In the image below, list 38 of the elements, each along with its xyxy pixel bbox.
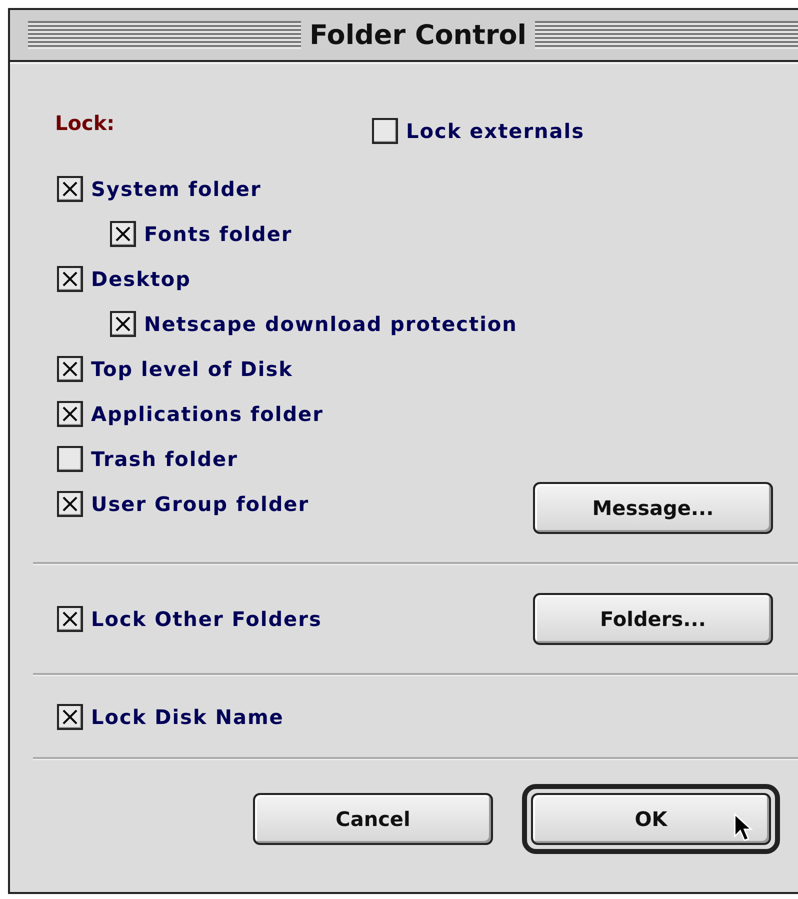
checkbox[interactable]	[110, 220, 136, 246]
checkbox[interactable]	[57, 400, 83, 426]
checkbox-label[interactable]: Trash folder	[91, 446, 238, 470]
cursor-icon	[733, 813, 753, 843]
cross-mark-icon	[61, 610, 79, 628]
checkbox[interactable]	[57, 266, 83, 292]
checkbox-label[interactable]: Lock Disk Name	[91, 704, 284, 728]
checkbox[interactable]	[110, 310, 136, 336]
checkbox-label[interactable]: Lock externals	[406, 118, 585, 142]
cross-mark-icon	[61, 270, 79, 288]
checkbox[interactable]	[57, 176, 83, 202]
checkbox-label[interactable]: Netscape download protection	[144, 312, 518, 336]
checkbox-label[interactable]: User Group folder	[91, 492, 310, 516]
cross-mark-icon	[114, 224, 132, 242]
checkbox-label[interactable]: Fonts folder	[144, 222, 292, 246]
checkbox[interactable]	[372, 118, 398, 144]
message-button[interactable]: Message...	[533, 482, 773, 534]
folders-button[interactable]: Folders...	[533, 593, 773, 645]
default-button[interactable]: OK	[531, 793, 771, 845]
checkbox-label[interactable]: System folder	[91, 176, 262, 200]
window-title: Folder Control	[309, 20, 527, 50]
section-label: Lock:	[55, 110, 116, 134]
checkbox[interactable]	[57, 446, 83, 472]
checkbox[interactable]	[57, 356, 83, 382]
cross-mark-icon	[61, 360, 79, 378]
checkbox-label[interactable]: Applications folder	[91, 402, 324, 426]
checkbox-label[interactable]: Top level of Disk	[91, 356, 293, 380]
cross-mark-icon	[61, 708, 79, 726]
checkbox-label[interactable]: Lock Other Folders	[91, 607, 322, 631]
cross-mark-icon	[114, 314, 132, 332]
checkbox[interactable]	[57, 704, 83, 730]
checkbox-label[interactable]: Desktop	[91, 266, 191, 290]
cross-mark-icon	[61, 180, 79, 198]
dialog-button[interactable]: Cancel	[253, 793, 493, 845]
checkbox[interactable]	[57, 606, 83, 632]
cross-mark-icon	[61, 494, 79, 512]
cross-mark-icon	[61, 404, 79, 422]
checkbox[interactable]	[57, 490, 83, 516]
